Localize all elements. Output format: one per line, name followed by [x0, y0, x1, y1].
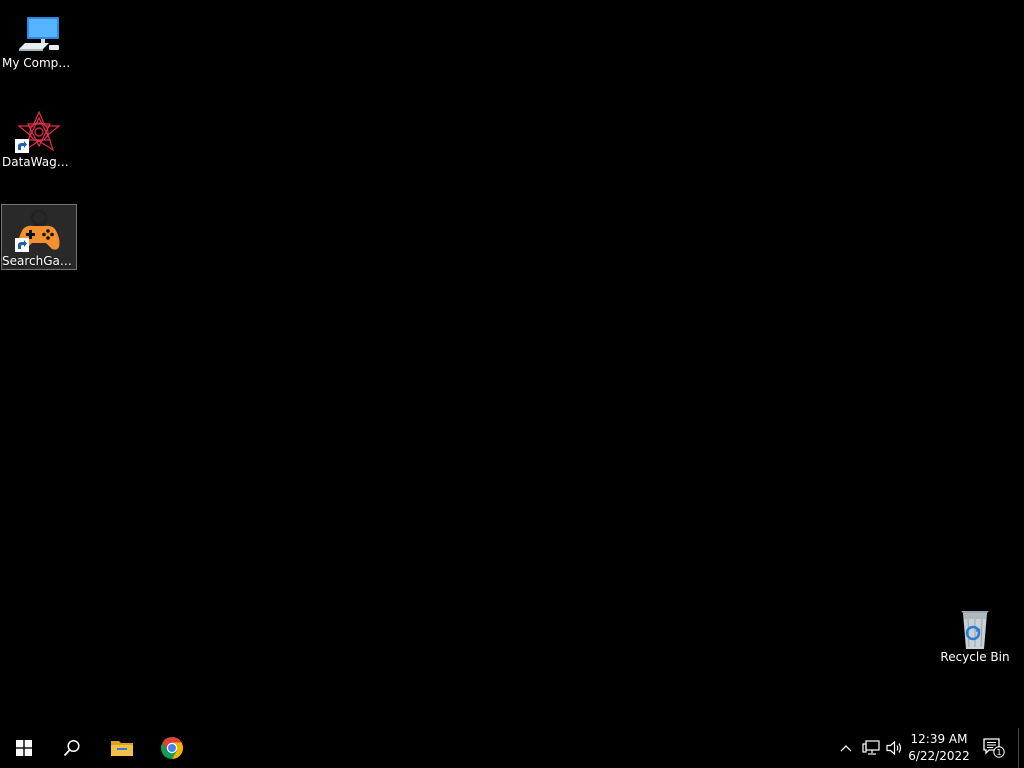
- search-button[interactable]: [48, 728, 96, 768]
- desktop[interactable]: My Computer DataWagon... SearchGam... Re…: [0, 0, 1024, 728]
- tray-volume[interactable]: [884, 728, 906, 768]
- desktop-icon-datawagon[interactable]: DataWagon...: [1, 105, 77, 171]
- taskbar-clock[interactable]: 12:39 AM 6/22/2022: [906, 731, 972, 765]
- tray-show-hidden-icons[interactable]: [836, 728, 856, 768]
- chevron-up-icon: [840, 745, 852, 752]
- tray-network[interactable]: [860, 728, 882, 768]
- taskbar-chrome[interactable]: [148, 728, 196, 768]
- desktop-icon-label: Recycle Bin: [940, 650, 1010, 664]
- show-desktop-button[interactable]: [1018, 728, 1024, 768]
- computer-icon: [19, 17, 59, 51]
- clock-date: 6/22/2022: [908, 749, 970, 763]
- chrome-icon: [160, 737, 184, 759]
- shortcut-arrow-icon: [15, 139, 29, 153]
- file-explorer-icon: [111, 741, 133, 756]
- windows-logo-icon: [16, 740, 32, 756]
- action-center-button[interactable]: 1: [978, 728, 1010, 768]
- desktop-icon-label: DataWagon...: [2, 155, 76, 169]
- network-icon: [862, 740, 880, 755]
- desktop-icon-label: SearchGam...: [2, 254, 76, 268]
- volume-icon: [886, 740, 902, 756]
- desktop-icon-recycle-bin[interactable]: Recycle Bin: [937, 600, 1013, 666]
- start-button[interactable]: [0, 728, 48, 768]
- recycle-bin-icon: [961, 611, 989, 649]
- desktop-icon-label: My Computer: [2, 56, 76, 70]
- desktop-icon-my-computer[interactable]: My Computer: [1, 6, 77, 72]
- action-center-icon: 1: [983, 738, 1005, 758]
- shortcut-arrow-icon: [15, 238, 29, 252]
- desktop-icon-searchgames[interactable]: SearchGam...: [1, 204, 77, 270]
- search-icon: [63, 739, 80, 757]
- taskbar: 12:39 AM 6/22/2022 1: [0, 728, 1024, 768]
- taskbar-file-explorer[interactable]: [98, 728, 146, 768]
- notification-count-badge: 1: [996, 748, 1001, 757]
- clock-time: 12:39 AM: [910, 732, 968, 746]
